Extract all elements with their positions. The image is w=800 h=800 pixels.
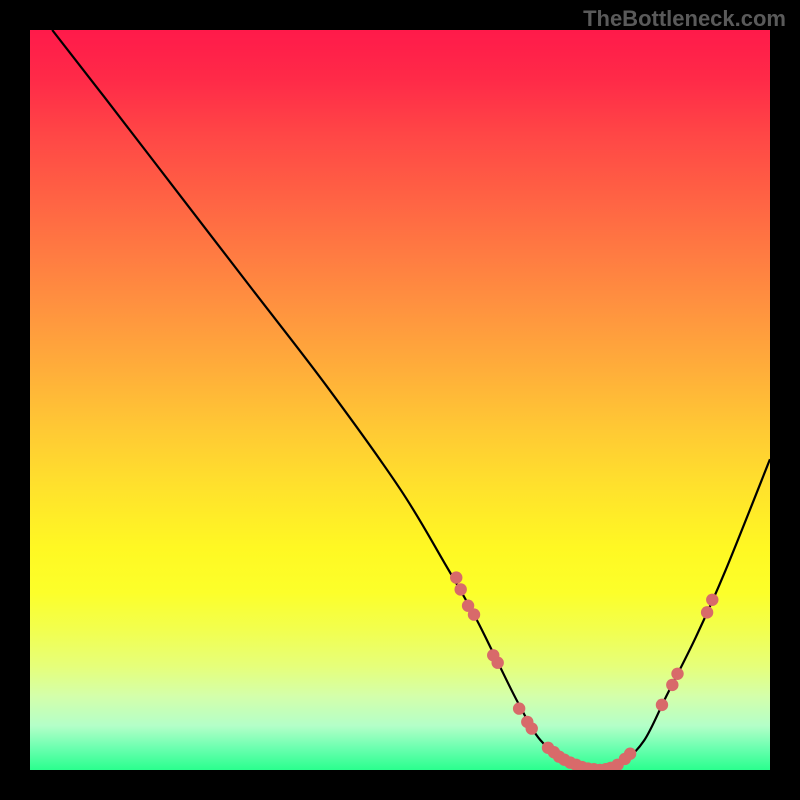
data-marker (701, 606, 713, 618)
data-marker (491, 657, 503, 669)
data-marker (454, 583, 466, 595)
marker-group (450, 571, 718, 770)
data-marker (706, 594, 718, 606)
data-marker (468, 608, 480, 620)
data-marker (656, 699, 668, 711)
data-marker (513, 702, 525, 714)
data-marker (450, 571, 462, 583)
curve-line (52, 30, 770, 770)
data-marker (671, 668, 683, 680)
data-marker (666, 679, 678, 691)
data-marker (624, 748, 636, 760)
plot-area (30, 30, 770, 770)
chart-svg (30, 30, 770, 770)
watermark-text: TheBottleneck.com (583, 6, 786, 32)
data-marker (526, 722, 538, 734)
